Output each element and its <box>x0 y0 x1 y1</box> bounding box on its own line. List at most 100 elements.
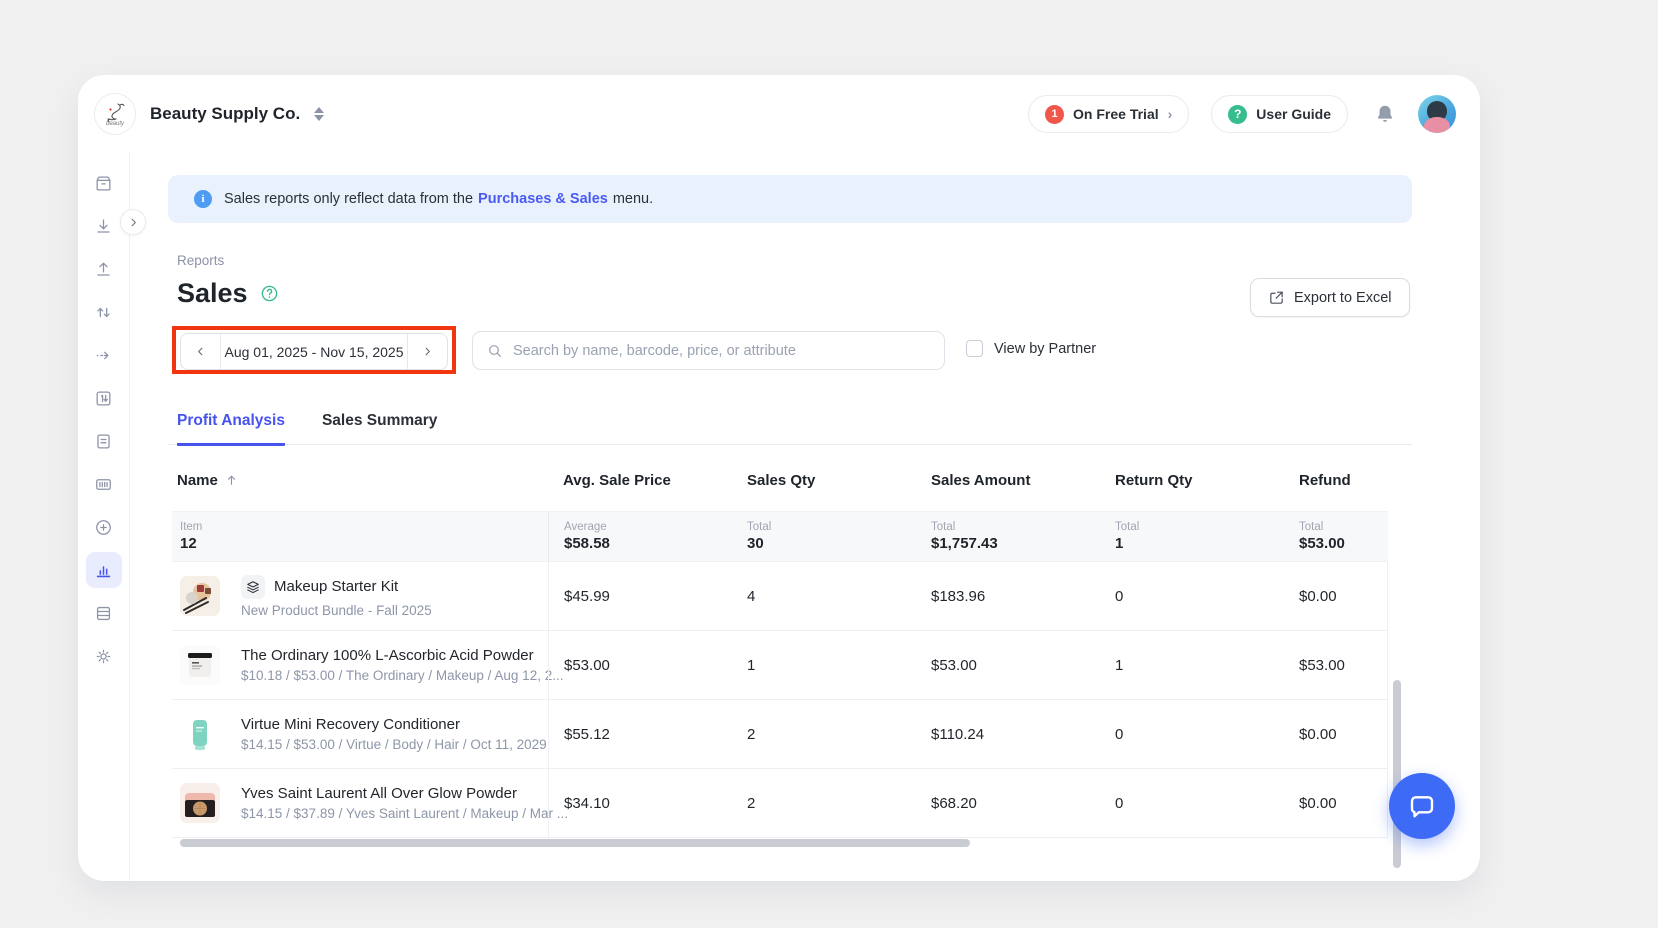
gear-icon[interactable] <box>86 643 122 669</box>
date-range-value[interactable]: Aug 01, 2025 - Nov 15, 2025 <box>221 334 407 369</box>
bar-chart-icon[interactable] <box>86 552 122 588</box>
product-thumbnail <box>180 783 220 823</box>
database-icon[interactable] <box>86 600 122 626</box>
col-sales-amount[interactable]: Sales Amount <box>916 472 1100 489</box>
col-return-qty[interactable]: Return Qty <box>1100 472 1284 489</box>
view-by-partner-toggle[interactable]: View by Partner <box>966 340 1096 357</box>
date-next-button[interactable] <box>407 334 447 369</box>
product-name[interactable]: The Ordinary 100% L-Ascorbic Acid Powder <box>241 647 534 664</box>
logo-word: beauty <box>106 121 124 127</box>
search-input[interactable] <box>513 343 930 359</box>
cell-return-qty: 0 <box>1100 700 1284 768</box>
user-avatar[interactable] <box>1418 95 1456 133</box>
view-by-partner-checkbox[interactable] <box>966 340 983 357</box>
cell-return-qty: 0 <box>1100 769 1284 837</box>
tabs-bar: Profit Analysis Sales Summary <box>168 412 1412 445</box>
table-summary-row: Item 12 Average $58.58 Total 30 Total $1… <box>172 511 1388 562</box>
product-subtitle: $14.15 / $53.00 / Virtue / Body / Hair /… <box>241 737 547 752</box>
product-thumbnail <box>180 576 220 616</box>
cell-refund: $0.00 <box>1284 700 1387 768</box>
sidebar-expand-button[interactable] <box>120 209 146 235</box>
sidebar-nav <box>78 153 130 881</box>
product-thumbnail <box>180 714 220 754</box>
company-name: Beauty Supply Co. <box>150 104 300 124</box>
chevron-right-icon: › <box>1168 106 1173 122</box>
notifications-bell-icon[interactable] <box>1374 103 1396 125</box>
table-row[interactable]: The Ordinary 100% L-Ascorbic Acid Powder… <box>172 631 1387 700</box>
chat-icon <box>1407 791 1437 821</box>
cell-refund: $0.00 <box>1284 562 1387 630</box>
product-subtitle: $14.15 / $37.89 / Yves Saint Laurent / M… <box>241 806 568 821</box>
question-circle-icon: ? <box>1228 105 1247 124</box>
stock-count-icon[interactable] <box>86 385 122 411</box>
table-row[interactable]: Makeup Starter Kit New Product Bundle - … <box>172 562 1387 631</box>
cell-refund: $0.00 <box>1284 769 1387 837</box>
summary-qty-value: 30 <box>747 535 916 552</box>
summary-amount-label: Total <box>931 521 1100 533</box>
table-body: Makeup Starter Kit New Product Bundle - … <box>172 562 1388 838</box>
col-avg-sale-price[interactable]: Avg. Sale Price <box>548 472 732 489</box>
summary-return-value: 1 <box>1115 535 1284 552</box>
col-name[interactable]: Name <box>177 472 218 489</box>
export-icon <box>1268 289 1285 306</box>
tab-sales-summary[interactable]: Sales Summary <box>322 412 437 446</box>
export-label: Export to Excel <box>1294 290 1392 306</box>
summary-qty-label: Total <box>747 521 916 533</box>
purchases-sales-link[interactable]: Purchases & Sales <box>478 191 608 207</box>
free-trial-button[interactable]: 1 On Free Trial › <box>1028 95 1189 133</box>
page-title: Sales <box>177 278 248 309</box>
company-switcher[interactable] <box>314 107 324 121</box>
package-icon[interactable] <box>86 170 122 196</box>
banner-prefix: Sales reports only reflect data from the <box>224 191 473 207</box>
barcode-icon[interactable] <box>86 471 122 497</box>
date-prev-button[interactable] <box>181 334 221 369</box>
table-row[interactable]: Virtue Mini Recovery Conditioner $14.15 … <box>172 700 1387 769</box>
product-name[interactable]: Makeup Starter Kit <box>274 578 398 595</box>
product-name[interactable]: Virtue Mini Recovery Conditioner <box>241 716 460 733</box>
user-guide-label: User Guide <box>1256 106 1331 122</box>
bundle-layers-icon <box>241 575 265 599</box>
document-icon[interactable] <box>86 428 122 454</box>
product-name[interactable]: Yves Saint Laurent All Over Glow Powder <box>241 785 517 802</box>
table-row[interactable]: Yves Saint Laurent All Over Glow Powder … <box>172 769 1387 838</box>
user-guide-button[interactable]: ? User Guide <box>1211 95 1348 133</box>
search-icon <box>487 343 503 359</box>
trial-label: On Free Trial <box>1073 106 1159 122</box>
cell-return-qty: 0 <box>1100 562 1284 630</box>
export-to-excel-button[interactable]: Export to Excel <box>1250 278 1410 317</box>
top-header: beauty Beauty Supply Co. 1 On Free Trial… <box>78 75 1480 153</box>
date-range-picker[interactable]: Aug 01, 2025 - Nov 15, 2025 <box>180 333 448 370</box>
cell-sales-amount: $183.96 <box>916 562 1100 630</box>
summary-avg-value: $58.58 <box>564 535 732 552</box>
col-refund[interactable]: Refund <box>1284 472 1388 489</box>
download-icon[interactable] <box>86 213 122 239</box>
cell-sales-qty: 2 <box>732 700 916 768</box>
summary-refund-value: $53.00 <box>1299 535 1388 552</box>
info-banner: i Sales reports only reflect data from t… <box>168 175 1412 223</box>
cell-sales-amount: $68.20 <box>916 769 1100 837</box>
horizontal-scrollbar[interactable] <box>180 839 970 847</box>
cell-sales-qty: 1 <box>732 631 916 699</box>
tab-profit-analysis[interactable]: Profit Analysis <box>177 412 285 446</box>
company-logo[interactable]: beauty <box>94 93 136 135</box>
cell-sales-amount: $110.24 <box>916 700 1100 768</box>
cell-return-qty: 1 <box>1100 631 1284 699</box>
transfer-icon[interactable] <box>86 299 122 325</box>
col-sales-qty[interactable]: Sales Qty <box>732 472 916 489</box>
sort-asc-icon[interactable] <box>225 473 238 487</box>
trial-alert-icon: 1 <box>1045 105 1064 124</box>
summary-item-label: Item <box>180 521 548 533</box>
cell-avg-price: $34.10 <box>548 769 732 837</box>
info-icon: i <box>194 190 212 208</box>
move-out-icon[interactable] <box>86 342 122 368</box>
chat-widget-button[interactable] <box>1389 773 1455 839</box>
vertical-scrollbar[interactable] <box>1393 680 1401 868</box>
upload-icon[interactable] <box>86 256 122 282</box>
breadcrumb: Reports <box>177 253 224 268</box>
add-circle-icon[interactable] <box>86 514 122 540</box>
view-by-partner-label: View by Partner <box>994 341 1096 357</box>
banner-suffix: menu. <box>613 191 653 207</box>
help-icon[interactable] <box>260 284 279 303</box>
summary-return-label: Total <box>1115 521 1284 533</box>
product-subtitle: $10.18 / $53.00 / The Ordinary / Makeup … <box>241 668 563 683</box>
